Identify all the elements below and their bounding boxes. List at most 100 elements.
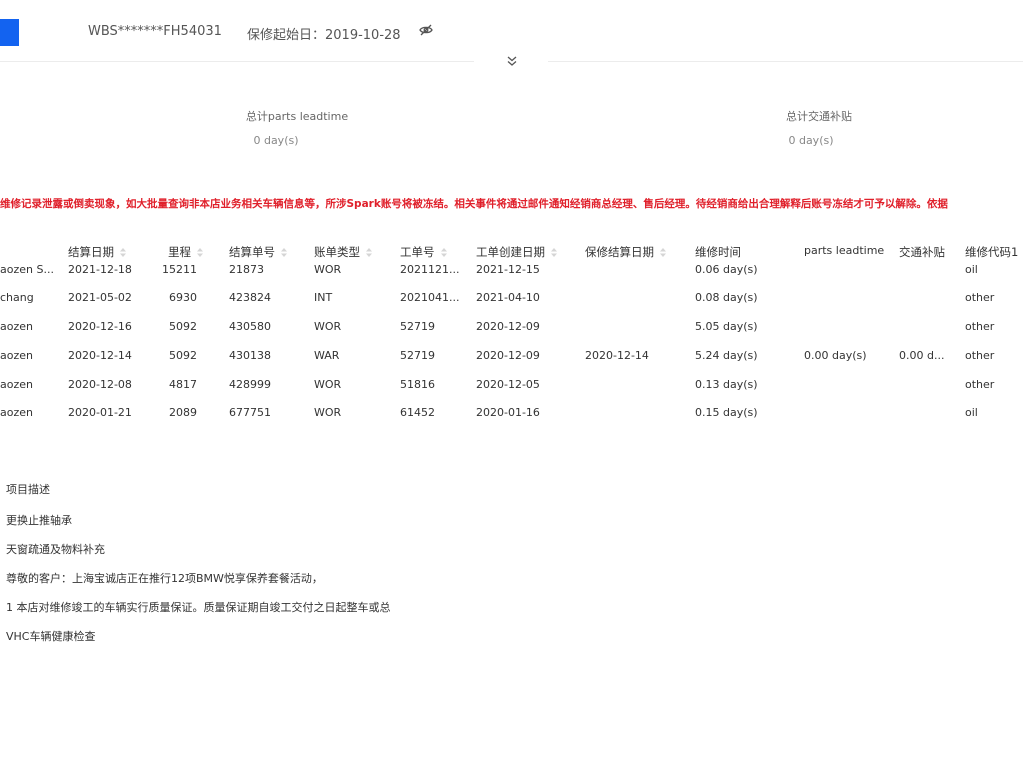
cell-work-order-created: 2021-04-10	[476, 291, 540, 304]
col-repair-time: 维修时间	[695, 245, 741, 259]
cell-parts-leadtime: 0.00 day(s)	[804, 349, 867, 362]
vin-text: WBS*******FH54031	[88, 24, 222, 39]
cell-repair-time: 0.06 day(s)	[695, 263, 758, 276]
cell-mileage: 5092	[169, 349, 197, 362]
sort-icon[interactable]	[660, 248, 666, 257]
description-item: 尊敬的客户：上海宝诚店正在推行12项BMW悦享保养套餐活动，	[6, 572, 323, 585]
sort-icon[interactable]	[366, 248, 372, 257]
cell-settlement-no: 430580	[229, 320, 271, 333]
cell-advisor: aozen	[0, 320, 33, 333]
cell-repair-code-1: other	[965, 291, 995, 304]
cell-warranty-settlement-date: 2020-12-14	[585, 349, 649, 362]
cell-work-order-no: 61452	[400, 406, 435, 419]
cell-work-order-no: 2021121...	[400, 263, 460, 276]
cell-repair-time: 0.13 day(s)	[695, 378, 758, 391]
stat-transport-subsidy-title: 总计交通补贴	[786, 110, 852, 123]
description-header: 项目描述	[6, 483, 50, 496]
stat-transport-subsidy-value: 0 day(s)	[788, 134, 834, 147]
cell-repair-code-1: oil	[965, 406, 978, 419]
cell-repair-time: 0.08 day(s)	[695, 291, 758, 304]
cell-advisor: aozen S...	[0, 263, 54, 276]
col-work-order-created[interactable]: 工单创建日期	[476, 244, 557, 260]
cell-mileage: 5092	[169, 320, 197, 333]
col-bill-type[interactable]: 账单类型	[314, 244, 372, 260]
cell-repair-time: 5.24 day(s)	[695, 349, 758, 362]
header-divider-right	[548, 61, 1023, 62]
sort-icon[interactable]	[440, 248, 447, 257]
cell-work-order-created: 2021-12-15	[476, 263, 540, 276]
cell-bill-type: WOR	[314, 320, 342, 333]
double-chevron-down-icon[interactable]	[505, 55, 519, 67]
cell-repair-code-1: oil	[965, 263, 978, 276]
col-transport-subsidy: 交通补贴	[899, 245, 945, 259]
table-row[interactable]: chang 2021-05-02 6930 423824 INT 2021041…	[0, 283, 1023, 312]
cell-work-order-created: 2020-12-09	[476, 349, 540, 362]
cell-work-order-no: 52719	[400, 349, 435, 362]
eye-slash-icon[interactable]	[418, 22, 434, 38]
table-row[interactable]: aozen S... 2021-12-18 15211 21873 WOR 20…	[0, 263, 1023, 284]
stat-parts-leadtime-title: 总计parts leadtime	[245, 110, 349, 123]
description-item: VHC车辆健康检查	[6, 630, 96, 643]
warning-banner: 维修记录泄露或倒卖现象，如大批量查询非本店业务相关车辆信息等，所涉Spark账号…	[0, 198, 948, 210]
cell-bill-type: WOR	[314, 263, 342, 276]
col-warranty-settlement-date[interactable]: 保修结算日期	[585, 244, 666, 260]
cell-work-order-created: 2020-12-05	[476, 378, 540, 391]
cell-mileage: 4817	[169, 378, 197, 391]
cell-settlement-date: 2020-12-16	[68, 320, 132, 333]
sort-icon[interactable]	[281, 248, 287, 257]
cell-settlement-date: 2020-01-21	[68, 406, 132, 419]
cell-bill-type: WOR	[314, 406, 342, 419]
table-row[interactable]: aozen 2020-01-21 2089 677751 WOR 61452 2…	[0, 398, 1023, 427]
primary-action-button[interactable]	[0, 19, 19, 46]
cell-bill-type: WAR	[314, 349, 340, 362]
cell-advisor: aozen	[0, 378, 33, 391]
cell-mileage: 2089	[169, 406, 197, 419]
cell-settlement-date: 2020-12-14	[68, 349, 132, 362]
cell-settlement-no: 428999	[229, 378, 271, 391]
cell-settlement-no: 430138	[229, 349, 271, 362]
cell-bill-type: WOR	[314, 378, 342, 391]
col-settlement-date[interactable]: 结算日期	[68, 244, 126, 260]
description-item: 天窗疏通及物料补充	[6, 543, 105, 556]
cell-settlement-no: 21873	[229, 263, 264, 276]
table-body: aozen S... 2021-12-18 15211 21873 WOR 20…	[0, 263, 1023, 430]
cell-settlement-no: 677751	[229, 406, 271, 419]
cell-settlement-no: 423824	[229, 291, 271, 304]
table-row[interactable]: aozen 2020-12-14 5092 430138 WAR 52719 2…	[0, 341, 1023, 370]
sort-icon[interactable]	[120, 248, 126, 257]
sort-icon[interactable]	[197, 248, 203, 257]
cell-settlement-date: 2021-12-18	[68, 263, 132, 276]
stat-parts-leadtime-value: 0 day(s)	[253, 134, 299, 147]
cell-settlement-date: 2020-12-08	[68, 378, 132, 391]
cell-repair-time: 5.05 day(s)	[695, 320, 758, 333]
table-header: 结算日期 里程 结算单号 账单类型 工单号 工单创建日期 保修结算日期 维修时间…	[0, 244, 1023, 262]
col-repair-code-1: 维修代码1	[965, 245, 1019, 259]
cell-settlement-date: 2021-05-02	[68, 291, 132, 304]
table-row[interactable]: aozen 2020-12-08 4817 428999 WOR 51816 2…	[0, 370, 1023, 399]
header-divider-left	[0, 61, 474, 62]
col-mileage[interactable]: 里程	[168, 244, 203, 260]
cell-work-order-created: 2020-01-16	[476, 406, 540, 419]
col-settlement-no[interactable]: 结算单号	[229, 244, 287, 260]
cell-transport-subsidy: 0.00 d...	[899, 349, 945, 362]
table-row[interactable]: aozen 2020-12-16 5092 430580 WOR 52719 2…	[0, 312, 1023, 341]
cell-repair-code-1: other	[965, 349, 995, 362]
cell-repair-code-1: other	[965, 320, 995, 333]
col-parts-leadtime: parts leadtime	[804, 244, 885, 257]
cell-work-order-no: 51816	[400, 378, 435, 391]
cell-mileage: 15211	[162, 263, 197, 276]
warranty-start-text: 保修起始日：2019-10-28	[247, 28, 401, 43]
cell-repair-code-1: other	[965, 378, 995, 391]
description-item: 1 本店对维修竣工的车辆实行质量保证。质量保证期自竣工交付之日起整车或总	[6, 601, 391, 614]
cell-repair-time: 0.15 day(s)	[695, 406, 758, 419]
cell-work-order-no: 2021041...	[400, 291, 460, 304]
cell-advisor: chang	[0, 291, 34, 304]
cell-work-order-created: 2020-12-09	[476, 320, 540, 333]
sort-icon[interactable]	[551, 248, 557, 257]
cell-advisor: aozen	[0, 349, 33, 362]
cell-bill-type: INT	[314, 291, 333, 304]
description-item: 更换止推轴承	[6, 514, 72, 527]
cell-work-order-no: 52719	[400, 320, 435, 333]
col-work-order-no[interactable]: 工单号	[400, 244, 447, 260]
cell-advisor: aozen	[0, 406, 33, 419]
